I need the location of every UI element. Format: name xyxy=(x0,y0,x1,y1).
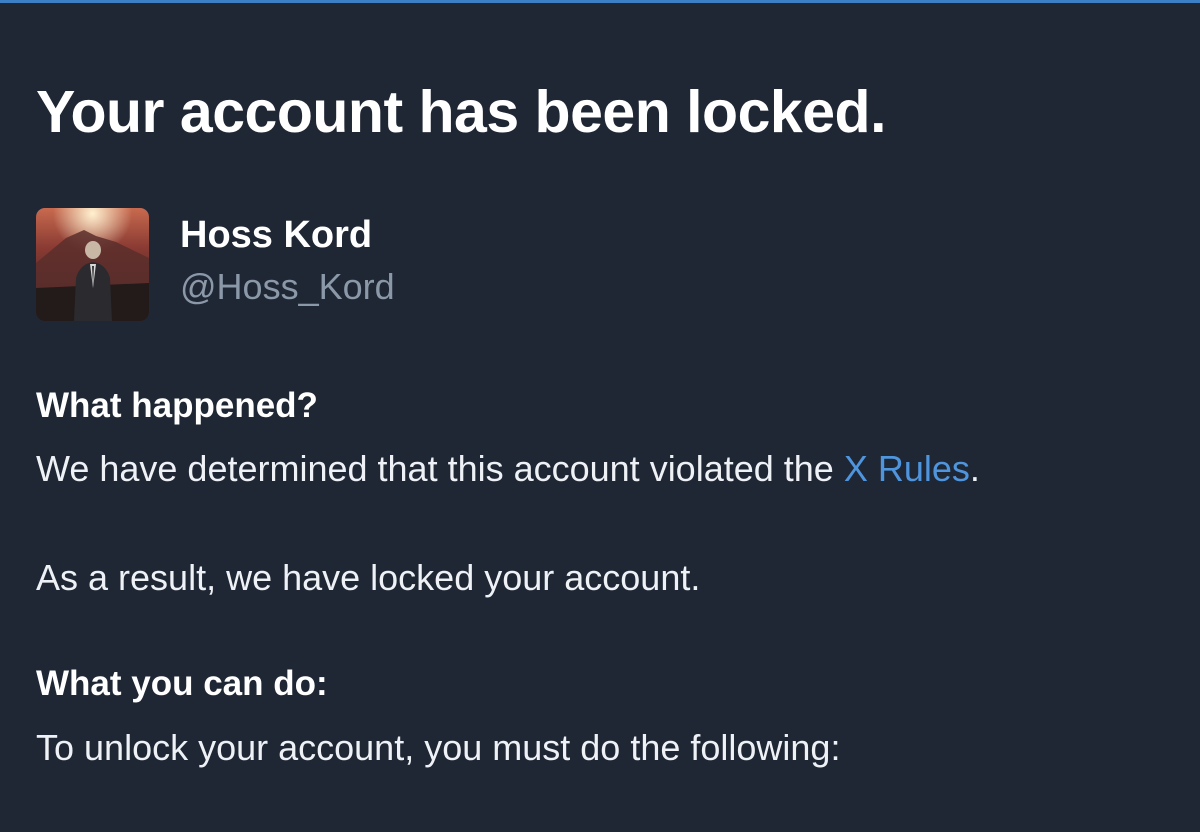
avatar xyxy=(36,208,149,321)
unlock-instructions: To unlock your account, you must do the … xyxy=(36,727,841,768)
username-handle: @Hoss_Kord xyxy=(180,266,395,307)
avatar-image xyxy=(36,208,149,321)
what-happened-heading: What happened? xyxy=(36,386,318,425)
profile-card: Hoss Kord @Hoss_Kord xyxy=(36,208,636,324)
what-you-can-do-heading: What you can do: xyxy=(36,664,328,703)
display-name: Hoss Kord xyxy=(180,214,373,256)
violation-text: We have determined that this account vio… xyxy=(36,448,844,489)
x-rules-link[interactable]: X Rules xyxy=(844,448,970,489)
page-title: Your account has been locked. xyxy=(36,79,886,145)
violation-message: We have determined that this account vio… xyxy=(36,448,980,490)
result-message: As a result, we have locked your account… xyxy=(36,557,701,598)
top-accent-bar xyxy=(0,0,1200,3)
violation-text-end: . xyxy=(969,448,980,489)
